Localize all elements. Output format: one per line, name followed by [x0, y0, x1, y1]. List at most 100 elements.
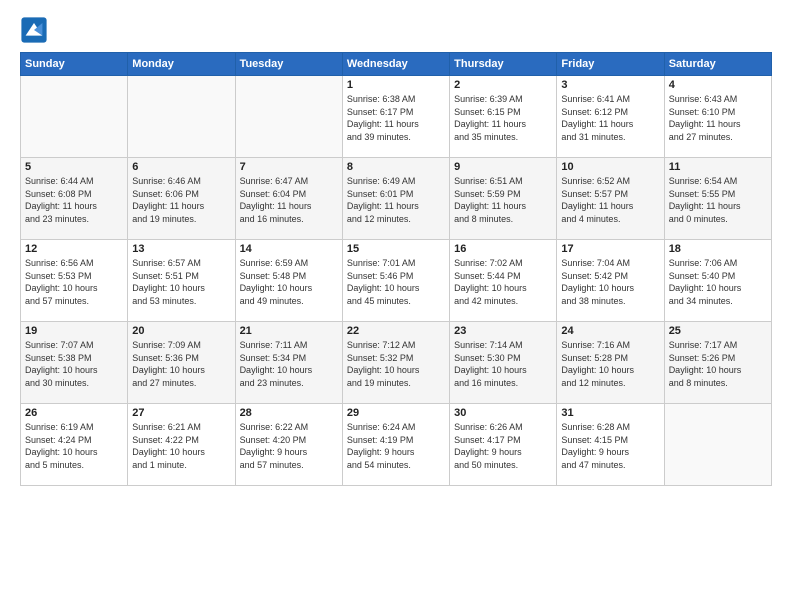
calendar-cell: 8 Sunrise: 6:49 AM Sunset: 6:01 PM Daylig…	[342, 158, 449, 240]
calendar-cell: 3 Sunrise: 6:41 AM Sunset: 6:12 PM Daylig…	[557, 76, 664, 158]
day-number: 16	[454, 243, 552, 255]
day-number: 15	[347, 243, 445, 255]
calendar-cell: 24Sunrise: 7:16 AM Sunset: 5:28 PM Dayli…	[557, 322, 664, 404]
day-number: 31	[561, 407, 659, 419]
calendar-header: SundayMondayTuesdayWednesdayThursdayFrid…	[21, 53, 772, 76]
calendar-cell	[664, 404, 771, 486]
calendar-cell: 26 Sunrise: 6:19 AM Sunset: 4:24 PM Dayli…	[21, 404, 128, 486]
day-number: 21	[240, 325, 338, 337]
calendar-cell: 27 Sunrise: 6:21 AM Sunset: 4:22 PM Dayli…	[128, 404, 235, 486]
day-info: Sunrise: 7:07 AM Sunset: 5:38 PM Dayligh…	[25, 339, 123, 389]
calendar-cell: 13 Sunrise: 6:57 AM Sunset: 5:51 PM Dayli…	[128, 240, 235, 322]
calendar-cell: 15Sunrise: 7:01 AM Sunset: 5:46 PM Dayli…	[342, 240, 449, 322]
day-number: 20	[132, 325, 230, 337]
day-number: 10	[561, 161, 659, 173]
day-number: 5	[25, 161, 123, 173]
day-info: Sunrise: 6:52 AM Sunset: 5:57 PM Dayligh…	[561, 175, 659, 225]
calendar-cell: 6Sunrise: 6:46 AM Sunset: 6:06 PM Daylig…	[128, 158, 235, 240]
day-info: Sunrise: 6:46 AM Sunset: 6:06 PM Dayligh…	[132, 175, 230, 225]
calendar-cell: 20 Sunrise: 7:09 AM Sunset: 5:36 PM Dayli…	[128, 322, 235, 404]
calendar-cell: 7 Sunrise: 6:47 AM Sunset: 6:04 PM Daylig…	[235, 158, 342, 240]
weekday-header-thursday: Thursday	[450, 53, 557, 76]
day-info: Sunrise: 7:09 AM Sunset: 5:36 PM Dayligh…	[132, 339, 230, 389]
day-info: Sunrise: 6:47 AM Sunset: 6:04 PM Dayligh…	[240, 175, 338, 225]
header	[20, 16, 772, 44]
day-number: 22	[347, 325, 445, 337]
calendar-week-4: 19 Sunrise: 7:07 AM Sunset: 5:38 PM Dayli…	[21, 322, 772, 404]
day-number: 2	[454, 79, 552, 91]
day-number: 7	[240, 161, 338, 173]
day-info: Sunrise: 7:14 AM Sunset: 5:30 PM Dayligh…	[454, 339, 552, 389]
day-info: Sunrise: 6:51 AM Sunset: 5:59 PM Dayligh…	[454, 175, 552, 225]
day-info: Sunrise: 6:54 AM Sunset: 5:55 PM Dayligh…	[669, 175, 767, 225]
weekday-header-saturday: Saturday	[664, 53, 771, 76]
day-info: Sunrise: 6:22 AM Sunset: 4:20 PM Dayligh…	[240, 421, 338, 471]
day-info: Sunrise: 6:19 AM Sunset: 4:24 PM Dayligh…	[25, 421, 123, 471]
calendar-cell	[21, 76, 128, 158]
calendar-cell: 2 Sunrise: 6:39 AM Sunset: 6:15 PM Daylig…	[450, 76, 557, 158]
calendar-cell: 9 Sunrise: 6:51 AM Sunset: 5:59 PM Daylig…	[450, 158, 557, 240]
weekday-header-row: SundayMondayTuesdayWednesdayThursdayFrid…	[21, 53, 772, 76]
weekday-header-tuesday: Tuesday	[235, 53, 342, 76]
day-number: 19	[25, 325, 123, 337]
calendar-week-2: 5Sunrise: 6:44 AM Sunset: 6:08 PM Daylig…	[21, 158, 772, 240]
day-info: Sunrise: 6:24 AM Sunset: 4:19 PM Dayligh…	[347, 421, 445, 471]
weekday-header-wednesday: Wednesday	[342, 53, 449, 76]
day-info: Sunrise: 6:41 AM Sunset: 6:12 PM Dayligh…	[561, 93, 659, 143]
calendar-cell: 25 Sunrise: 7:17 AM Sunset: 5:26 PM Dayli…	[664, 322, 771, 404]
calendar-cell: 5Sunrise: 6:44 AM Sunset: 6:08 PM Daylig…	[21, 158, 128, 240]
day-number: 24	[561, 325, 659, 337]
day-info: Sunrise: 6:39 AM Sunset: 6:15 PM Dayligh…	[454, 93, 552, 143]
calendar-cell: 4 Sunrise: 6:43 AM Sunset: 6:10 PM Daylig…	[664, 76, 771, 158]
day-info: Sunrise: 7:11 AM Sunset: 5:34 PM Dayligh…	[240, 339, 338, 389]
calendar-cell: 10 Sunrise: 6:52 AM Sunset: 5:57 PM Dayli…	[557, 158, 664, 240]
day-number: 17	[561, 243, 659, 255]
logo	[20, 16, 52, 44]
day-info: Sunrise: 7:04 AM Sunset: 5:42 PM Dayligh…	[561, 257, 659, 307]
weekday-header-monday: Monday	[128, 53, 235, 76]
calendar-week-3: 12Sunrise: 6:56 AM Sunset: 5:53 PM Dayli…	[21, 240, 772, 322]
day-number: 23	[454, 325, 552, 337]
day-number: 30	[454, 407, 552, 419]
calendar-body: 1 Sunrise: 6:38 AM Sunset: 6:17 PM Daylig…	[21, 76, 772, 486]
day-number: 1	[347, 79, 445, 91]
page: SundayMondayTuesdayWednesdayThursdayFrid…	[0, 0, 792, 612]
calendar-cell: 16Sunrise: 7:02 AM Sunset: 5:44 PM Dayli…	[450, 240, 557, 322]
calendar-cell: 28 Sunrise: 6:22 AM Sunset: 4:20 PM Dayli…	[235, 404, 342, 486]
calendar-week-5: 26 Sunrise: 6:19 AM Sunset: 4:24 PM Dayli…	[21, 404, 772, 486]
day-info: Sunrise: 6:38 AM Sunset: 6:17 PM Dayligh…	[347, 93, 445, 143]
day-number: 3	[561, 79, 659, 91]
day-number: 26	[25, 407, 123, 419]
day-number: 28	[240, 407, 338, 419]
day-info: Sunrise: 6:26 AM Sunset: 4:17 PM Dayligh…	[454, 421, 552, 471]
day-info: Sunrise: 6:59 AM Sunset: 5:48 PM Dayligh…	[240, 257, 338, 307]
day-info: Sunrise: 6:28 AM Sunset: 4:15 PM Dayligh…	[561, 421, 659, 471]
calendar-cell: 17 Sunrise: 7:04 AM Sunset: 5:42 PM Dayli…	[557, 240, 664, 322]
day-number: 11	[669, 161, 767, 173]
day-info: Sunrise: 7:17 AM Sunset: 5:26 PM Dayligh…	[669, 339, 767, 389]
calendar-cell: 21 Sunrise: 7:11 AM Sunset: 5:34 PM Dayli…	[235, 322, 342, 404]
calendar-cell: 22Sunrise: 7:12 AM Sunset: 5:32 PM Dayli…	[342, 322, 449, 404]
day-number: 14	[240, 243, 338, 255]
day-number: 25	[669, 325, 767, 337]
day-number: 27	[132, 407, 230, 419]
calendar-cell	[235, 76, 342, 158]
calendar-cell: 23 Sunrise: 7:14 AM Sunset: 5:30 PM Dayli…	[450, 322, 557, 404]
calendar-week-1: 1 Sunrise: 6:38 AM Sunset: 6:17 PM Daylig…	[21, 76, 772, 158]
day-number: 9	[454, 161, 552, 173]
calendar-cell: 19 Sunrise: 7:07 AM Sunset: 5:38 PM Dayli…	[21, 322, 128, 404]
day-number: 4	[669, 79, 767, 91]
weekday-header-friday: Friday	[557, 53, 664, 76]
day-info: Sunrise: 6:57 AM Sunset: 5:51 PM Dayligh…	[132, 257, 230, 307]
day-number: 8	[347, 161, 445, 173]
day-info: Sunrise: 6:43 AM Sunset: 6:10 PM Dayligh…	[669, 93, 767, 143]
calendar-cell: 11 Sunrise: 6:54 AM Sunset: 5:55 PM Dayli…	[664, 158, 771, 240]
day-number: 13	[132, 243, 230, 255]
day-info: Sunrise: 6:56 AM Sunset: 5:53 PM Dayligh…	[25, 257, 123, 307]
calendar-cell	[128, 76, 235, 158]
day-info: Sunrise: 6:49 AM Sunset: 6:01 PM Dayligh…	[347, 175, 445, 225]
day-info: Sunrise: 6:21 AM Sunset: 4:22 PM Dayligh…	[132, 421, 230, 471]
calendar-cell: 31 Sunrise: 6:28 AM Sunset: 4:15 PM Dayli…	[557, 404, 664, 486]
day-number: 29	[347, 407, 445, 419]
weekday-header-sunday: Sunday	[21, 53, 128, 76]
